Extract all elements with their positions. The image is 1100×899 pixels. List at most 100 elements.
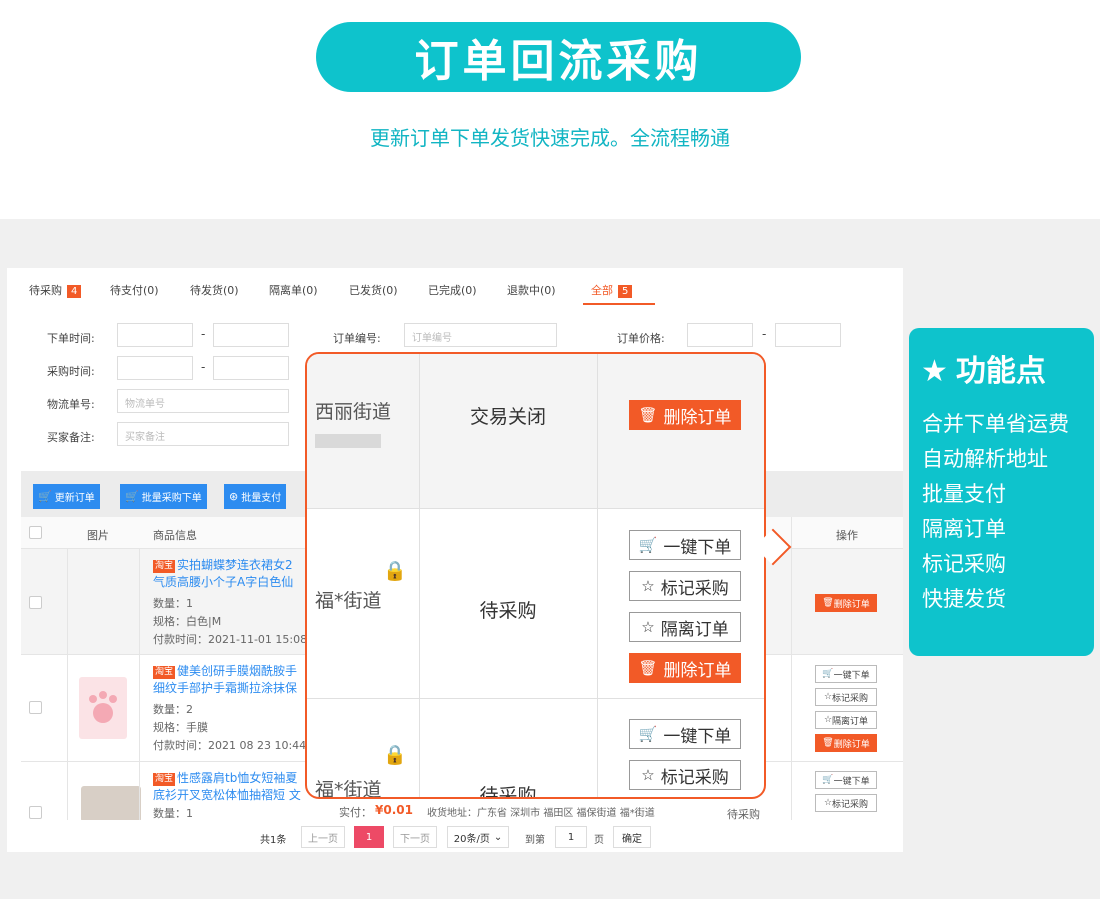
select-all-checkbox[interactable]: [29, 526, 42, 539]
row-checkbox[interactable]: [29, 701, 42, 714]
range-separator: -: [201, 327, 206, 341]
button-label: 删除订单: [833, 739, 870, 750]
range-separator: -: [201, 360, 206, 374]
isolate-order-button[interactable]: ☆ 隔离订单: [815, 711, 877, 729]
active-tab-indicator: [583, 303, 655, 305]
order-price-min-input[interactable]: [687, 323, 753, 347]
feature-card: ★ 功能点 合并下单省运费 自动解析地址 批量支付 隔离订单 标记采购 快捷发货: [909, 328, 1094, 656]
order-time-end-input[interactable]: [213, 323, 289, 347]
trash-icon: 🗑: [638, 406, 658, 424]
tab-all[interactable]: 全部 5: [591, 282, 633, 298]
button-label: 一键下单: [833, 670, 870, 681]
product-qty: 数量：2: [153, 703, 193, 716]
row-checkbox[interactable]: [29, 596, 42, 609]
product-qty: 数量：1: [153, 807, 193, 820]
button-label: 删除订单: [663, 660, 732, 681]
delete-order-button[interactable]: 🗑 删除订单: [629, 653, 741, 683]
col-product: 商品信息: [153, 529, 197, 542]
shipping-address: 收货地址：广东省 深圳市 福田区 福保街道 福*街道: [427, 808, 655, 819]
button-label: 批量采购下单: [141, 493, 202, 504]
page-title: 订单回流采购: [316, 22, 801, 92]
col-image: 图片: [87, 529, 109, 542]
goto-page-input[interactable]: 1: [555, 826, 587, 848]
delete-order-button[interactable]: 🗑 删除订单: [815, 594, 877, 612]
batch-pay-button[interactable]: ⊛ 批量支付: [224, 484, 287, 509]
product-title-link[interactable]: 淘宝 实拍蝴蝶梦连衣裙女2: [153, 557, 313, 574]
order-no-label: 订单编号:: [333, 332, 381, 345]
goto-confirm-button[interactable]: 确定: [613, 826, 651, 848]
paid-time: 付款时间：2021 08 23 10:44:3: [153, 739, 317, 752]
product-spec: 规格：白色|M: [153, 615, 222, 628]
button-label: 删除订单: [663, 407, 732, 428]
one-click-order-button[interactable]: 🛒 一键下单: [629, 530, 741, 560]
product-title-link[interactable]: 细纹手部护手霜撕拉涂抹保: [153, 680, 313, 697]
product-title-link[interactable]: 气质高腰小个子A字白色仙: [153, 574, 313, 591]
page-size-select[interactable]: 20条/页 ⌄: [447, 826, 509, 848]
cart-icon: 🛒: [822, 775, 834, 785]
tab-shipped[interactable]: 已发货(0): [349, 282, 398, 298]
feature-item: 快捷发货: [922, 587, 1006, 611]
page-subtitle: 更新订单下单发货快速完成。全流程畅通: [370, 126, 730, 150]
one-click-order-button[interactable]: 🛒 一键下单: [815, 771, 877, 789]
delete-order-button[interactable]: 🗑 删除订单: [815, 734, 877, 752]
next-page-button[interactable]: 下一页: [393, 826, 437, 848]
current-page-button[interactable]: 1: [354, 826, 384, 848]
tab-isolated[interactable]: 隔离单(0): [269, 282, 318, 298]
trash-icon: 🗑: [822, 738, 834, 748]
star-icon: ★: [921, 354, 948, 389]
product-title-link[interactable]: 底衫开叉宽松体恤抽褶短 文: [153, 787, 313, 804]
batch-purchase-button[interactable]: 🛒 批量采购下单: [120, 484, 207, 509]
column-divider: [67, 549, 68, 820]
taobao-badge: 淘宝: [153, 560, 176, 573]
star-icon: ☆: [641, 766, 655, 784]
product-title-link[interactable]: 淘宝 健美创研手膜烟酰胺手: [153, 663, 313, 680]
purchase-time-label: 采购时间:: [47, 365, 95, 378]
real-pay-price: ¥0.01: [375, 803, 413, 817]
real-pay-label: 实付：: [339, 806, 372, 819]
column-divider: [597, 354, 598, 797]
purchase-time-start-input[interactable]: [117, 356, 193, 380]
column-divider: [139, 549, 140, 820]
product-title: 健美创研手膜烟酰胺手: [177, 664, 298, 678]
coin-icon: ⊛: [229, 490, 239, 503]
order-no-input[interactable]: 订单编号: [404, 323, 557, 347]
feature-item: 批量支付: [922, 482, 1006, 506]
tab-completed[interactable]: 已完成(0): [428, 282, 477, 298]
one-click-order-button[interactable]: 🛒 一键下单: [629, 719, 741, 749]
star-icon: ☆: [641, 577, 655, 595]
tab-pending-shipment[interactable]: 待发货(0): [190, 282, 239, 298]
chevron-down-icon: ⌄: [493, 831, 503, 843]
isolate-order-button[interactable]: ☆ 隔离订单: [629, 612, 741, 642]
logistics-input[interactable]: 物流单号: [117, 389, 289, 413]
tab-label: 待采购: [29, 284, 62, 297]
update-orders-button[interactable]: 🛒 更新订单: [33, 484, 100, 509]
row-checkbox[interactable]: [29, 806, 42, 819]
product-title-link[interactable]: 淘宝 性感露肩tb恤女短袖夏: [153, 770, 313, 787]
blurred-address: [315, 434, 381, 448]
product-title: 性感露肩tb恤女短袖夏: [177, 771, 298, 785]
button-label: 隔离订单: [660, 619, 729, 640]
cart-icon: 🛒: [638, 725, 658, 743]
feature-item: 自动解析地址: [922, 447, 1048, 471]
order-status: 待采购: [479, 785, 537, 799]
tab-refunding[interactable]: 退款中(0): [507, 282, 556, 298]
one-click-order-button[interactable]: 🛒 一键下单: [815, 665, 877, 683]
buyer-note-input[interactable]: 买家备注: [117, 422, 289, 446]
prev-page-button[interactable]: 上一页: [301, 826, 345, 848]
purchase-time-end-input[interactable]: [213, 356, 289, 380]
mark-purchased-button[interactable]: ☆ 标记采购: [629, 760, 741, 790]
mark-purchased-button[interactable]: ☆ 标记采购: [629, 571, 741, 601]
tab-pending-payment[interactable]: 待支付(0): [110, 282, 159, 298]
order-price-max-input[interactable]: [775, 323, 841, 347]
order-time-start-input[interactable]: [117, 323, 193, 347]
star-icon: ☆: [823, 798, 833, 808]
tab-pending-purchase[interactable]: 待采购 4: [29, 282, 82, 298]
delete-order-button[interactable]: 🗑 删除订单: [629, 400, 741, 430]
zoom-callout: 西丽街道 交易关闭 🗑 删除订单 🔒 福*街道 待采购 🛒 一键下单 ☆ 标记采购 ☆…: [305, 352, 766, 799]
mark-purchased-button[interactable]: ☆ 标记采购: [815, 794, 877, 812]
zoom-row: 西丽街道 交易关闭 🗑 删除订单: [307, 354, 764, 509]
button-label: 一键下单: [663, 537, 732, 558]
mark-purchased-button[interactable]: ☆ 标记采购: [815, 688, 877, 706]
zoom-row: 🔒 福*街道 待采购 🛒 一键下单 ☆ 标记采购: [307, 699, 764, 799]
feature-item: 隔离订单: [922, 517, 1006, 541]
